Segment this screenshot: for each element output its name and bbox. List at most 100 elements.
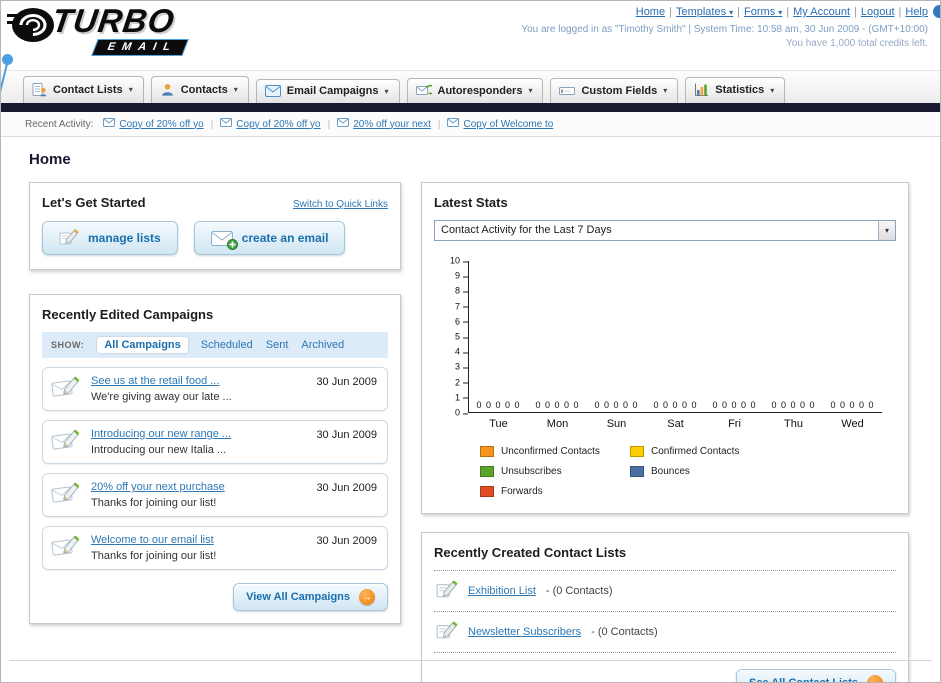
envelope-pencil-icon (51, 374, 81, 403)
campaign-list-item[interactable]: Welcome to our email list Thanks for joi… (42, 526, 388, 570)
tab-custom-fields[interactable]: Custom Fields ▾ (550, 78, 679, 103)
legend-label: Confirmed Contacts (651, 446, 740, 457)
stats-period-dropdown[interactable]: Contact Activity for the Last 7 Days ▾ (434, 220, 896, 241)
chevron-down-icon: ▾ (878, 221, 895, 240)
x-axis-label: Wed (841, 418, 864, 430)
chart-value-labels: 0 0 0 0 0 (594, 400, 639, 410)
recent-activity-link: Copy of 20% off yo (119, 118, 204, 130)
stats-period-value: Contact Activity for the Last 7 Days (441, 224, 612, 236)
campaign-subtitle: Thanks for joining our list! (91, 497, 217, 509)
recent-activity-bar: Recent Activity: Copy of 20% off yo | Co… (1, 112, 940, 137)
form-field-icon (559, 84, 576, 97)
footer-divider (9, 660, 932, 661)
separator: | (898, 6, 902, 18)
tab-email-campaigns[interactable]: Email Campaigns ▾ (255, 79, 400, 103)
chevron-down-icon: ▾ (528, 86, 533, 95)
tab-label: Custom Fields (581, 84, 658, 97)
manage-lists-button[interactable]: manage lists (42, 221, 178, 255)
contact-list-link[interactable]: Exhibition List (468, 585, 536, 597)
legend-swatch (480, 486, 494, 497)
y-axis-tick-label: 7 (454, 301, 469, 312)
contact-lists-icon (32, 82, 47, 97)
recent-activity-item[interactable]: Copy of 20% off yo (103, 118, 204, 130)
envelope-icon (447, 118, 460, 130)
filter-all-campaigns[interactable]: All Campaigns (97, 337, 188, 353)
envelope-pencil-icon (51, 533, 81, 562)
campaign-texts: Introducing our new range ... Introducin… (91, 427, 306, 456)
nav-divider-bar (1, 103, 940, 112)
nav-link-help[interactable]: Help (905, 6, 928, 18)
tab-contacts[interactable]: Contacts ▾ (150, 76, 249, 103)
chevron-down-icon: ▾ (778, 8, 783, 17)
campaign-title-link[interactable]: Welcome to our email list (91, 534, 306, 546)
envelope-icon (264, 85, 281, 97)
chevron-down-icon: ▾ (770, 85, 775, 95)
campaign-list-item[interactable]: Introducing our new range ... Introducin… (42, 420, 388, 464)
contact-list-item[interactable]: Newsletter Subscribers - (0 Contacts) (434, 611, 896, 653)
legend-item: Forwards (480, 486, 630, 497)
see-all-contact-lists-button[interactable]: See All Contact Lists → (735, 669, 896, 682)
legend-label: Unconfirmed Contacts (501, 446, 600, 457)
separator: | (737, 6, 741, 18)
campaign-texts: 20% off your next purchase Thanks for jo… (91, 480, 306, 509)
create-email-button[interactable]: create an email (193, 221, 346, 255)
campaign-subtitle: We're giving away our late ... (91, 391, 232, 403)
get-started-panel: Let's Get Started Switch to Quick Links … (29, 182, 401, 270)
y-axis-tick-label: 10 (449, 255, 469, 266)
campaigns-panel: Recently Edited Campaigns SHOW: All Camp… (29, 294, 401, 624)
y-axis-tick-label: 3 (454, 361, 469, 372)
recent-activity-link: 20% off your next (353, 118, 431, 130)
chart-value-labels: 0 0 0 0 0 (476, 400, 521, 410)
bar-chart-icon (694, 83, 709, 97)
campaigns-title: Recently Edited Campaigns (42, 307, 214, 322)
contact-list-link[interactable]: Newsletter Subscribers (468, 626, 581, 638)
separator: | (669, 6, 672, 18)
filter-scheduled[interactable]: Scheduled (201, 339, 253, 351)
nav-link-templates[interactable]: Templates ▾ (676, 6, 733, 18)
recent-activity-item[interactable]: Copy of Welcome to (447, 118, 553, 130)
chart-plot: 0 0 0 0 0 0 0 0 0 0 0 0 0 0 0 0 0 0 0 0 0 0 … (468, 261, 882, 413)
legend-item: Unconfirmed Contacts (480, 446, 630, 457)
nav-link-forms[interactable]: Forms ▾ (744, 6, 782, 18)
tab-contact-lists[interactable]: Contact Lists ▾ (23, 76, 144, 103)
chart-y-axis: 0 1 2 3 4 5 6 7 8 9 10 (444, 256, 469, 417)
view-all-campaigns-button[interactable]: View All Campaigns → (233, 583, 388, 611)
separator: | (210, 118, 214, 130)
campaign-list-item[interactable]: 20% off your next purchase Thanks for jo… (42, 473, 388, 517)
chart-value-labels: 0 0 0 0 0 (653, 400, 698, 410)
tab-statistics[interactable]: Statistics ▾ (685, 77, 786, 103)
nav-link-my-account[interactable]: My Account (793, 6, 850, 18)
nav-link-home[interactable]: Home (636, 6, 665, 18)
campaign-list-item[interactable]: See us at the retail food ... We're givi… (42, 367, 388, 411)
chevron-down-icon: ▾ (233, 85, 238, 94)
campaign-subtitle: Thanks for joining our list! (91, 550, 217, 562)
recent-activity-item[interactable]: Copy of 20% off yo (220, 118, 321, 130)
recent-activity-item[interactable]: 20% off your next (337, 118, 431, 130)
x-axis-label: Mon (546, 418, 569, 430)
app-logo[interactable]: TURBO EMAIL (7, 2, 190, 56)
contact-list-item[interactable]: Exhibition List - (0 Contacts) (434, 570, 896, 611)
campaign-filter-bar: SHOW: All Campaigns Scheduled Sent Archi… (42, 332, 388, 358)
pencil-paper-icon (59, 228, 79, 248)
app-window: TURBO EMAIL Home | Templates ▾ | Forms ▾ | My … (0, 0, 941, 683)
legend-item: Confirmed Contacts (630, 446, 780, 457)
view-all-campaigns-label: View All Campaigns (246, 591, 350, 603)
main-content: Home Let's Get Started Switch to Quick L… (1, 137, 940, 682)
filter-archived[interactable]: Archived (301, 339, 344, 351)
chat-bubble-icon[interactable] (933, 5, 940, 18)
campaign-title-link[interactable]: 20% off your next purchase (91, 481, 306, 493)
legend-label: Bounces (651, 466, 690, 477)
x-axis-label: Tue (489, 418, 508, 430)
chart-value-labels: 0 0 0 0 0 (771, 400, 816, 410)
pencil-paper-icon (436, 620, 458, 644)
campaign-title-link[interactable]: Introducing our new range ... (91, 428, 306, 440)
contact-lists-title: Recently Created Contact Lists (434, 545, 627, 560)
y-axis-tick-label: 0 (454, 407, 469, 418)
nav-link-logout[interactable]: Logout (861, 6, 895, 18)
campaign-title-link[interactable]: See us at the retail food ... (91, 375, 306, 387)
switch-quick-links-link[interactable]: Switch to Quick Links (293, 199, 388, 210)
latest-stats-title: Latest Stats (434, 195, 508, 210)
filter-sent[interactable]: Sent (266, 339, 289, 351)
page-title: Home (29, 151, 71, 168)
tab-autoresponders[interactable]: Autoresponders ▾ (406, 78, 544, 103)
